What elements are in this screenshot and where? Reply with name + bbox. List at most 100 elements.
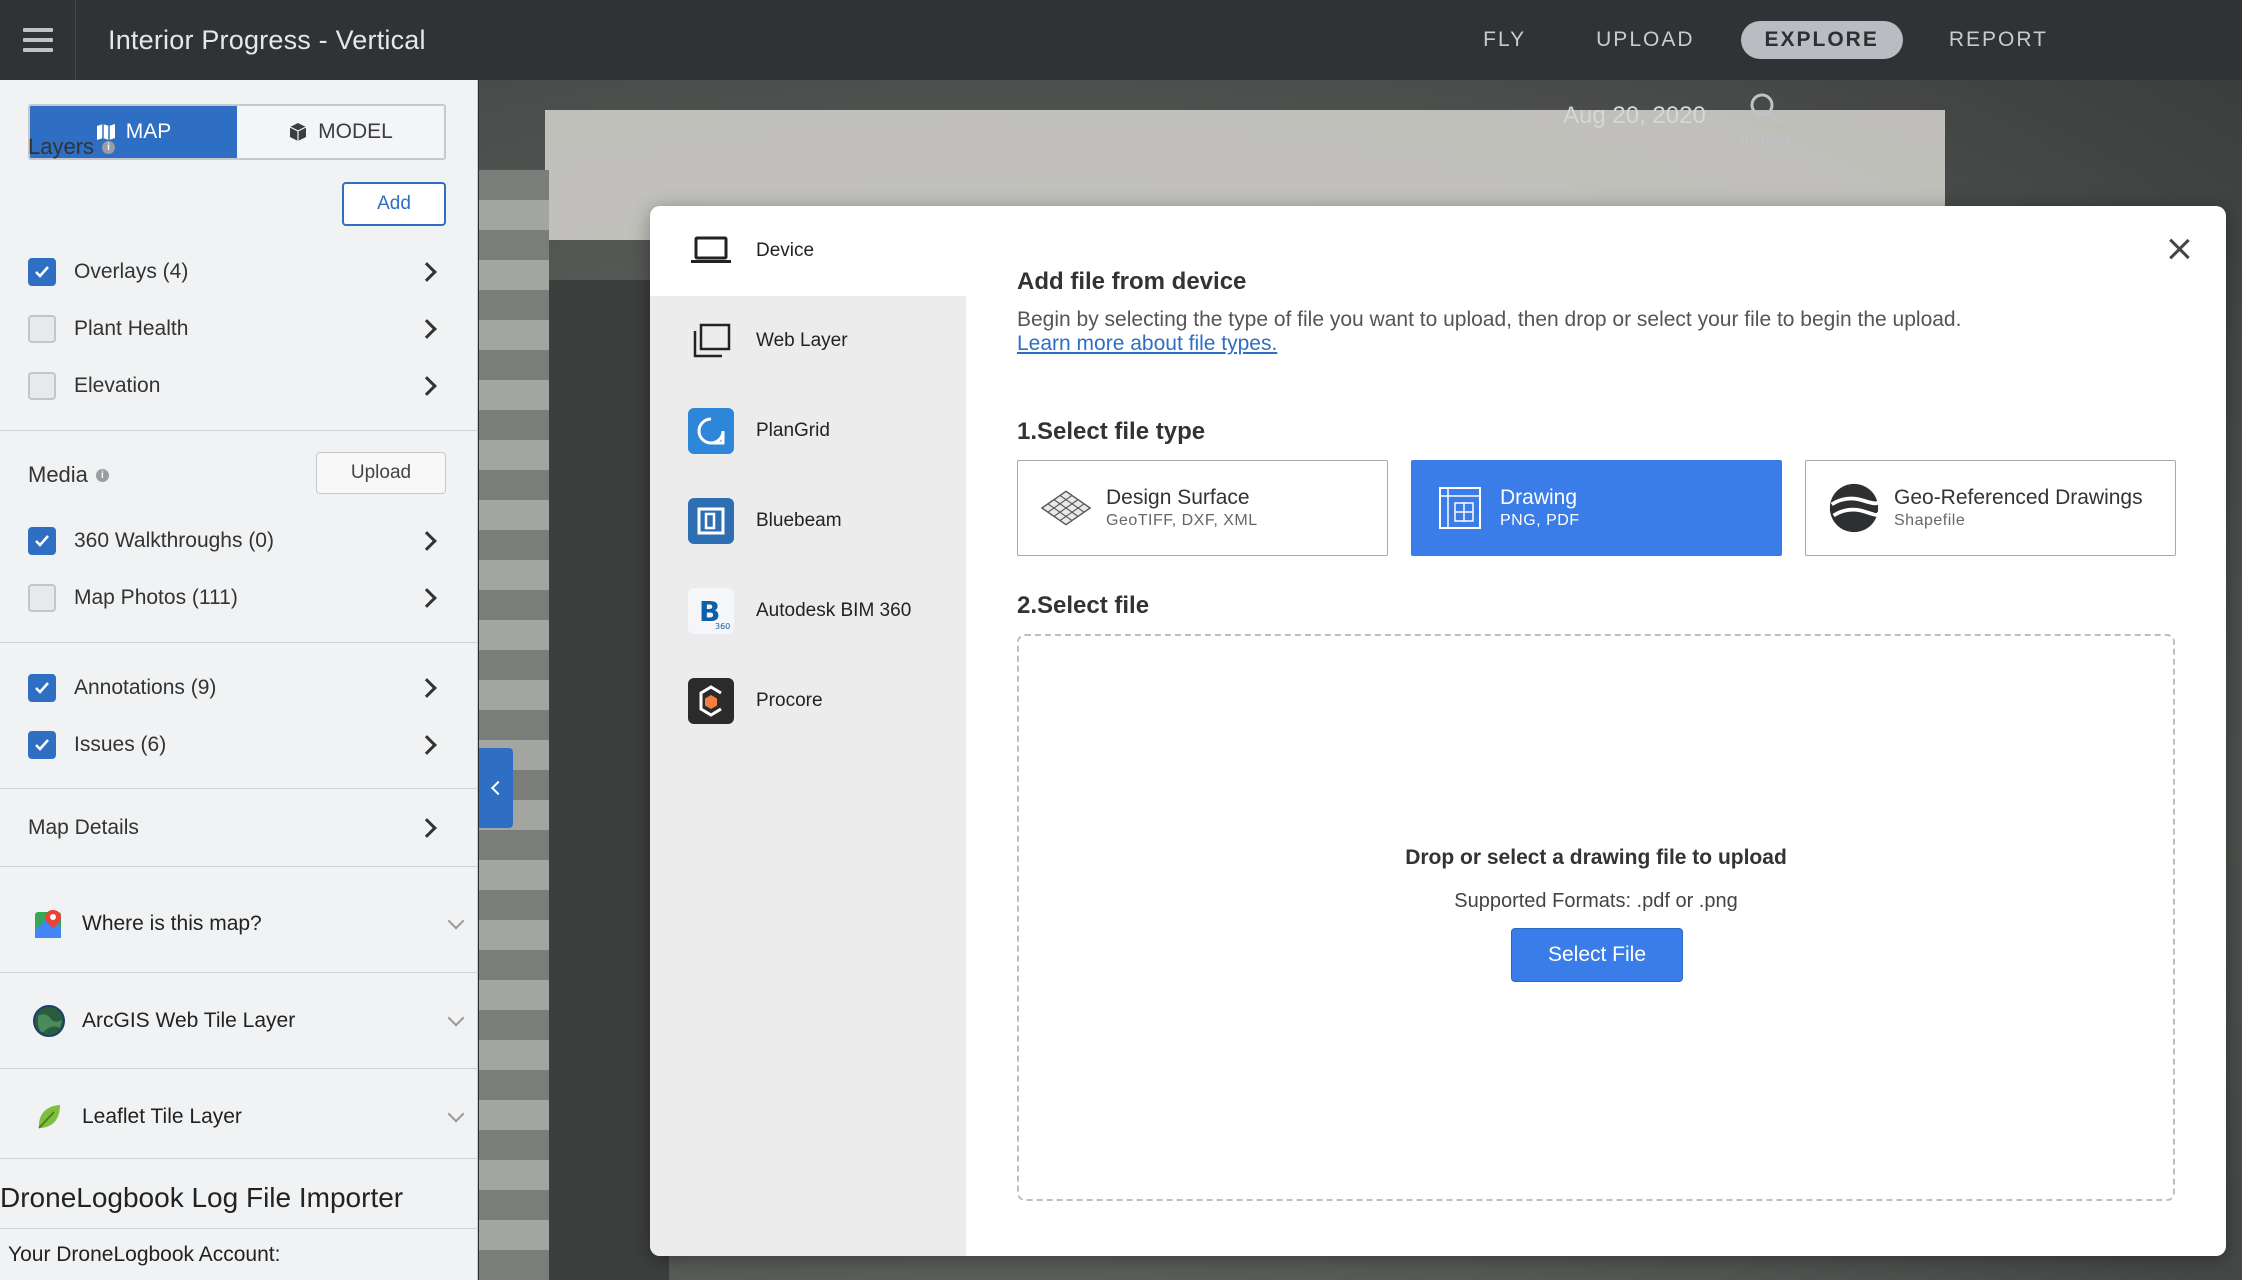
media-row-map-photos[interactable]: Map Photos (111) <box>28 578 448 618</box>
source-label: Bluebeam <box>756 510 842 531</box>
checkbox[interactable] <box>28 372 56 400</box>
filetype-formats: PNG, PDF <box>1500 512 1580 529</box>
source-label: Device <box>756 240 815 261</box>
divider <box>0 430 477 431</box>
modal-content: Add file from device Begin by selecting … <box>966 206 2226 1256</box>
chevron-right-icon[interactable] <box>417 376 437 396</box>
source-procore[interactable]: Procore <box>650 656 966 746</box>
checkbox[interactable] <box>28 731 56 759</box>
layer-row-elevation[interactable]: Elevation <box>28 366 448 406</box>
map-details-row[interactable]: Map Details <box>28 808 448 848</box>
file-dropzone[interactable]: Drop or select a drawing file to upload … <box>1017 634 2175 1201</box>
add-file-modal: Device Web Layer PlanGrid Bluebeam B 360 … <box>650 206 2226 1256</box>
upload-media-button[interactable]: Upload <box>316 452 446 494</box>
layer-label: Elevation <box>74 374 161 397</box>
divider <box>0 788 477 789</box>
checkbox[interactable] <box>28 258 56 286</box>
model-view-button[interactable]: MODEL <box>237 106 444 158</box>
capture-date[interactable]: Aug 20, 2020 <box>1563 102 1706 130</box>
plangrid-icon <box>688 408 734 454</box>
chevron-right-icon[interactable] <box>417 262 437 282</box>
main-nav: FLY UPLOAD EXPLORE REPORT <box>1459 0 2072 80</box>
layer-row-plant-health[interactable]: Plant Health <box>28 309 448 349</box>
media-row-walkthroughs[interactable]: 360 Walkthroughs (0) <box>28 521 448 561</box>
step1-heading: 1.Select file type <box>1017 418 1206 445</box>
select-file-button[interactable]: Select File <box>1511 928 1683 982</box>
filetype-drawing[interactable]: Drawing PNG, PDF <box>1411 460 1782 556</box>
chevron-right-icon[interactable] <box>417 531 437 551</box>
add-layer-button[interactable]: Add <box>342 182 446 226</box>
plugin-label: ArcGIS Web Tile Layer <box>82 1009 296 1032</box>
modal-title: Add file from device <box>1017 268 1247 295</box>
nav-fly[interactable]: FLY <box>1459 21 1550 59</box>
nav-upload[interactable]: UPLOAD <box>1572 21 1718 59</box>
source-bluebeam[interactable]: Bluebeam <box>650 476 966 566</box>
chevron-right-icon[interactable] <box>417 735 437 755</box>
source-bim360[interactable]: B 360 Autodesk BIM 360 <box>650 566 966 656</box>
plugin-label: Leaflet Tile Layer <box>82 1105 242 1128</box>
divider <box>0 1228 477 1229</box>
svg-text:360: 360 <box>715 622 730 631</box>
chevron-down-icon[interactable] <box>447 1105 465 1123</box>
info-icon[interactable]: i <box>95 468 109 482</box>
check-icon <box>35 682 49 694</box>
filetype-formats: GeoTIFF, DXF, XML <box>1106 512 1258 529</box>
modal-description: Begin by selecting the type of file you … <box>1017 308 1962 331</box>
plugin-where-is-map[interactable]: Where is this map? <box>0 876 477 972</box>
issues-label: Issues (6) <box>74 733 167 756</box>
layer-row-overlays[interactable]: Overlays (4) <box>28 252 448 292</box>
inspect-tool[interactable]: Inspect <box>1735 90 1795 147</box>
earth-icon <box>1828 482 1880 534</box>
importer-title: DroneLogbook Log File Importer <box>0 1182 404 1213</box>
plugin-leaflet[interactable]: Leaflet Tile Layer <box>0 1069 477 1165</box>
menu-icon[interactable] <box>0 0 76 80</box>
row-annotations[interactable]: Annotations (9) <box>28 668 448 708</box>
source-label: Procore <box>756 690 823 711</box>
sidebar-collapse-button[interactable] <box>479 748 513 828</box>
checkbox[interactable] <box>28 527 56 555</box>
learn-more-link[interactable]: Learn more about file types. <box>1017 332 1277 356</box>
layers-heading: Layers i <box>28 134 116 160</box>
chevron-down-icon[interactable] <box>447 1009 465 1027</box>
source-label: Autodesk BIM 360 <box>756 600 912 621</box>
surface-mesh-icon <box>1040 482 1092 534</box>
source-label: PlanGrid <box>756 420 830 441</box>
filetype-design-surface[interactable]: Design Surface GeoTIFF, DXF, XML <box>1017 460 1388 556</box>
nav-explore[interactable]: EXPLORE <box>1740 21 1903 59</box>
map-imagery-strip <box>479 170 549 1280</box>
chevron-right-icon[interactable] <box>417 588 437 608</box>
chevron-right-icon[interactable] <box>417 319 437 339</box>
source-device[interactable]: Device <box>650 206 966 296</box>
filetype-name: Geo-Referenced Drawings <box>1894 486 2143 509</box>
source-web-layer[interactable]: Web Layer <box>650 296 966 386</box>
source-plangrid[interactable]: PlanGrid <box>650 386 966 476</box>
sidebar: MAP MODEL Layers i Add Overlays (4) Plan… <box>0 80 478 1280</box>
procore-icon <box>688 678 734 724</box>
bim360-icon: B 360 <box>688 588 734 634</box>
checkbox[interactable] <box>28 584 56 612</box>
source-label: Web Layer <box>756 330 848 351</box>
divider <box>0 1158 477 1159</box>
plugin-arcgis[interactable]: ArcGIS Web Tile Layer <box>0 973 477 1069</box>
laptop-icon <box>688 228 734 274</box>
info-icon[interactable]: i <box>102 140 116 154</box>
layers-icon <box>688 318 734 364</box>
close-icon[interactable] <box>2164 234 2194 264</box>
importer-account-label: Your DroneLogbook Account: <box>8 1243 281 1266</box>
filetype-georeferenced[interactable]: Geo-Referenced Drawings Shapefile <box>1805 460 2176 556</box>
dropzone-formats: Supported Formats: .pdf or .png <box>1454 890 1738 912</box>
media-title: Media <box>28 462 88 487</box>
nav-report[interactable]: REPORT <box>1925 21 2072 59</box>
plugin-label: Where is this map? <box>82 912 262 935</box>
checkbox[interactable] <box>28 674 56 702</box>
checkbox[interactable] <box>28 315 56 343</box>
filetype-name: Design Surface <box>1106 486 1250 509</box>
chevron-down-icon[interactable] <box>447 912 465 930</box>
annotations-label: Annotations (9) <box>74 676 217 699</box>
divider <box>0 866 477 867</box>
chevron-left-icon <box>490 780 506 796</box>
chevron-right-icon[interactable] <box>417 818 437 838</box>
chevron-right-icon[interactable] <box>417 678 437 698</box>
layers-title: Layers <box>28 134 95 159</box>
row-issues[interactable]: Issues (6) <box>28 725 448 765</box>
